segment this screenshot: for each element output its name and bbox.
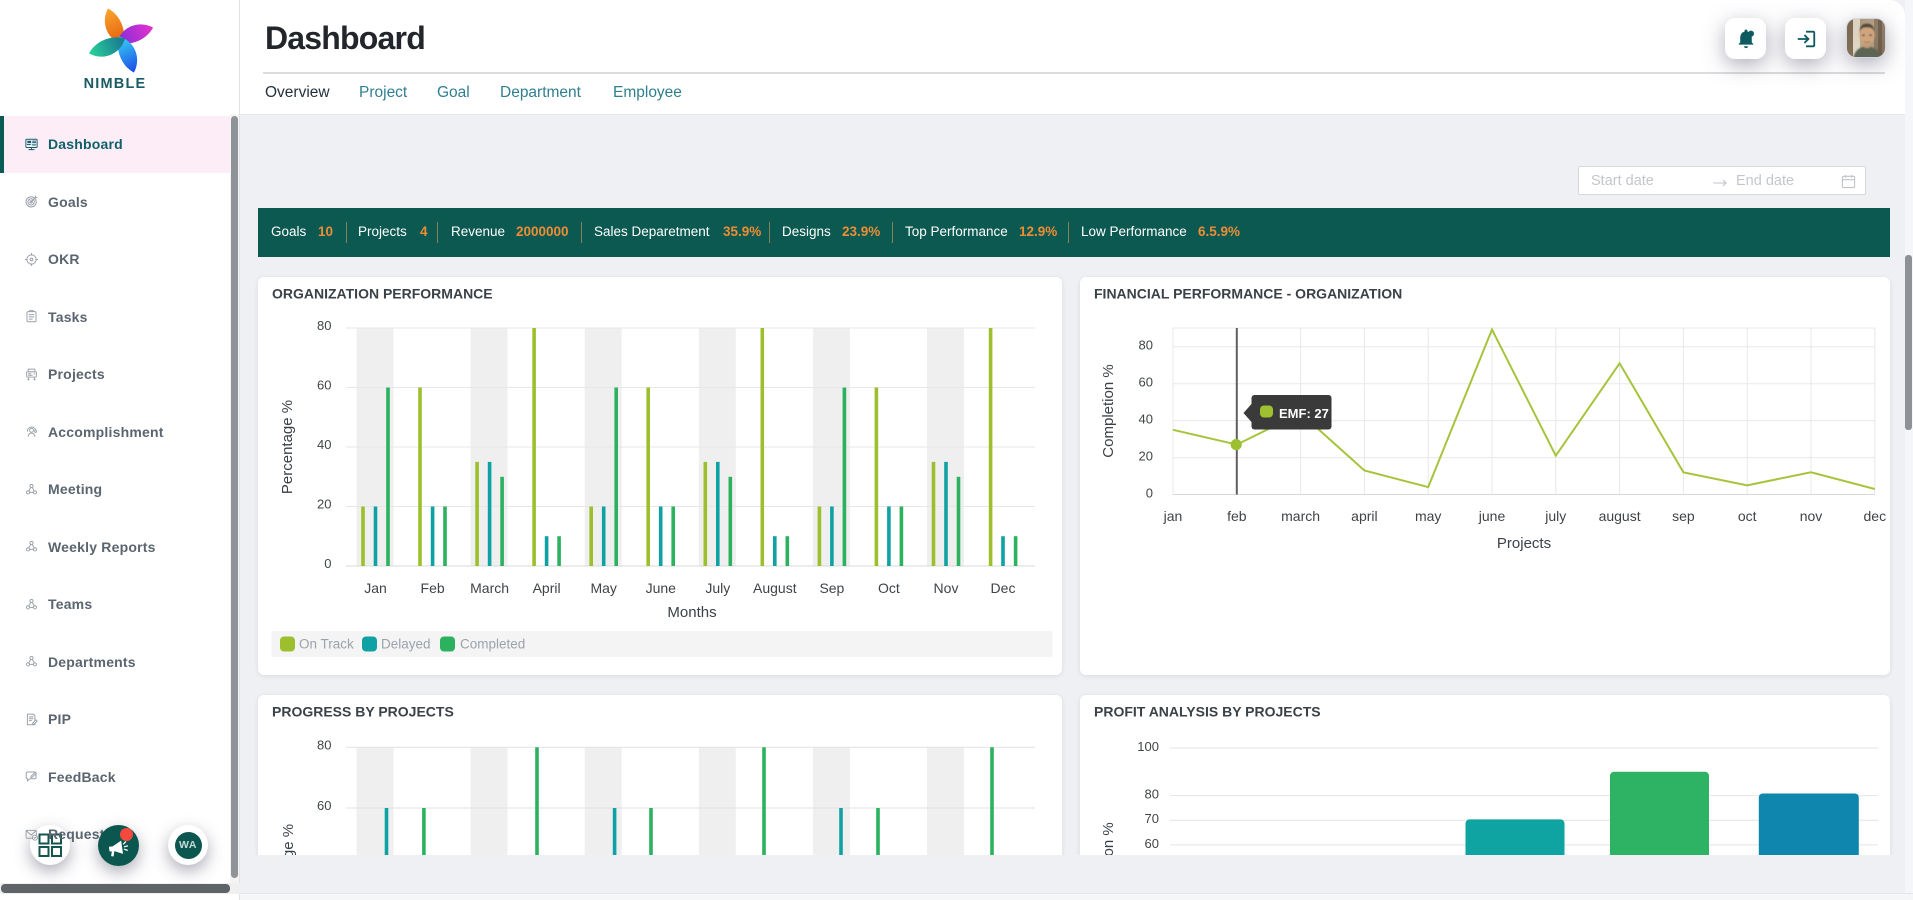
svg-text:jan: jan	[1163, 508, 1183, 524]
svg-text:60: 60	[1139, 375, 1153, 390]
svg-text:dec: dec	[1864, 508, 1887, 524]
svg-text:Projects: Projects	[1497, 535, 1551, 552]
svg-text:60: 60	[317, 378, 331, 393]
svg-text:Delayed: Delayed	[381, 637, 431, 652]
svg-text:June: June	[646, 580, 677, 596]
svg-text:May: May	[590, 580, 616, 596]
svg-text:Months: Months	[667, 604, 716, 621]
svg-text:100: 100	[1137, 739, 1159, 754]
svg-text:sep: sep	[1672, 508, 1695, 524]
svg-text:oct: oct	[1738, 508, 1757, 524]
svg-text:Completed: Completed	[460, 637, 525, 652]
svg-text:July: July	[705, 580, 730, 596]
svg-text:PROGRESS BY PROJECTS: PROGRESS BY PROJECTS	[272, 703, 454, 719]
svg-text:july: july	[1544, 508, 1566, 524]
svg-text:70: 70	[1145, 811, 1159, 826]
svg-text:Sep: Sep	[819, 580, 844, 596]
svg-text:40: 40	[317, 437, 331, 452]
svg-text:ORGANIZATION PERFORMANCE: ORGANIZATION PERFORMANCE	[272, 286, 493, 302]
svg-text:60: 60	[317, 798, 331, 813]
svg-text:On Track: On Track	[299, 637, 354, 652]
svg-text:PROFIT ANALYSIS BY PROJECTS: PROFIT ANALYSIS BY PROJECTS	[1094, 703, 1321, 719]
svg-text:40: 40	[1139, 411, 1153, 426]
svg-text:Completion %: Completion %	[1100, 364, 1117, 457]
svg-text:Dec: Dec	[991, 580, 1016, 596]
svg-text:feb: feb	[1227, 508, 1247, 524]
svg-text:80: 80	[1145, 786, 1159, 801]
svg-text:Jan: Jan	[364, 580, 387, 596]
svg-text:Nov: Nov	[934, 580, 959, 596]
svg-text:nov: nov	[1800, 508, 1823, 524]
svg-text:20: 20	[1139, 448, 1153, 463]
svg-text:Feb: Feb	[421, 580, 445, 596]
svg-text:60: 60	[1145, 835, 1159, 850]
svg-text:20: 20	[317, 497, 331, 512]
svg-text:Oct: Oct	[878, 580, 900, 596]
svg-text:0: 0	[324, 556, 331, 571]
svg-text:80: 80	[317, 318, 331, 333]
svg-text:April: April	[533, 580, 561, 596]
svg-text:EMF: 27: EMF: 27	[1279, 406, 1329, 421]
svg-text:april: april	[1351, 508, 1377, 524]
svg-text:FINANCIAL PERFORMANCE - ORGANI: FINANCIAL PERFORMANCE - ORGANIZATION	[1094, 286, 1402, 302]
svg-text:0: 0	[1146, 485, 1153, 500]
svg-text:may: may	[1415, 508, 1441, 524]
svg-text:Completion %: Completion %	[1100, 822, 1117, 855]
svg-text:August: August	[753, 580, 797, 596]
svg-text:august: august	[1599, 508, 1641, 524]
svg-text:march: march	[1281, 508, 1320, 524]
svg-text:March: March	[470, 580, 509, 596]
svg-text:80: 80	[1139, 338, 1153, 353]
svg-text:Percentage %: Percentage %	[279, 400, 296, 494]
svg-text:Percentage %: Percentage %	[280, 823, 297, 855]
svg-text:80: 80	[317, 737, 331, 752]
svg-text:june: june	[1478, 508, 1506, 524]
